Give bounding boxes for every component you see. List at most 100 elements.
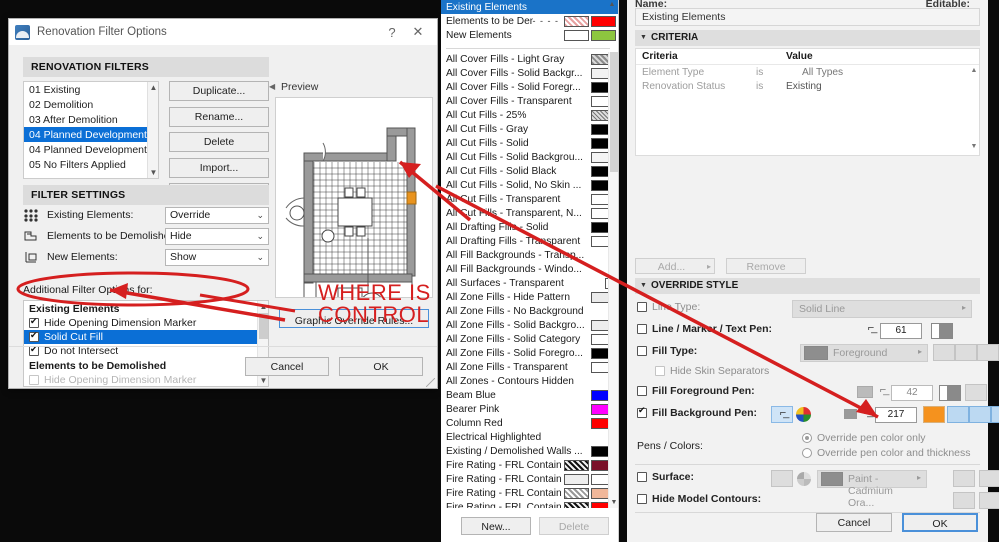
filter-rename-button[interactable]: Rename... xyxy=(169,106,269,127)
setting-dropdown[interactable]: Show ⌄ xyxy=(165,249,269,266)
filter-list-item[interactable]: 02 Demolition xyxy=(24,97,158,112)
override-rules-list[interactable]: All Cover Fills - Light Gray All Cover Fi… xyxy=(441,52,618,508)
rule-list-item[interactable]: All Cut Fills - Gray xyxy=(441,122,618,136)
new-rule-button[interactable]: New... xyxy=(461,517,531,535)
radio-override-color-thickness[interactable] xyxy=(802,448,812,458)
rule-list-item[interactable]: All Cover Fills - Solid Foregr... xyxy=(441,80,618,94)
rule-list-item[interactable]: All Zone Fills - No Background xyxy=(441,304,618,318)
scroll-down-icon[interactable]: ▼ xyxy=(609,498,618,508)
rule-list-item[interactable]: Column Red xyxy=(441,416,618,430)
rule-list-item[interactable]: Beam Blue xyxy=(441,388,618,402)
surface-checkbox[interactable] xyxy=(637,472,647,482)
rule-list-item[interactable]: All Cut Fills - Transparent xyxy=(441,192,618,206)
fill-bg-cover-button[interactable] xyxy=(969,406,991,423)
option-row[interactable]: Solid Cut Fill xyxy=(24,330,268,344)
pinned-rule-item[interactable]: Existing Elements xyxy=(441,0,618,14)
renovation-filters-list[interactable]: 01 Existing 02 Demolition 03 After Demolit… xyxy=(23,81,159,179)
filters-scrollbar[interactable]: ▲ ▼ xyxy=(147,82,158,178)
criteria-section-header[interactable]: ▼ CRITERIA xyxy=(635,30,980,46)
scroll-up-icon[interactable]: ▲ xyxy=(258,301,268,312)
panel-cancel-button[interactable]: Cancel xyxy=(816,513,892,532)
filter-delete-button[interactable]: Delete xyxy=(169,132,269,152)
setting-dropdown[interactable]: Hide ⌄ xyxy=(165,228,269,245)
fill-fg-color-swatch[interactable] xyxy=(939,385,961,401)
rule-list-item[interactable]: All Drafting Fills - Transparent xyxy=(441,234,618,248)
radio-override-color-only[interactable] xyxy=(802,433,812,443)
fill-bg-drafting-button[interactable] xyxy=(991,406,999,423)
pinned-rule-item[interactable]: Elements to be Demolished- - - - xyxy=(441,14,618,28)
color-wheel-icon[interactable] xyxy=(796,407,811,422)
cancel-button[interactable]: Cancel xyxy=(245,357,329,376)
collapse-icon[interactable]: ◀ xyxy=(269,82,275,91)
rule-list-item[interactable]: Fire Rating - FRL Contains 120 xyxy=(441,458,618,472)
scroll-down-icon[interactable]: ▼ xyxy=(148,167,158,178)
fill-bg-number[interactable]: 217 xyxy=(875,407,917,423)
scroll-up-icon[interactable]: ▲ xyxy=(148,82,158,93)
scroll-thumb[interactable] xyxy=(259,313,268,339)
rule-list-item[interactable]: All Cut Fills - Solid Backgrou... xyxy=(441,150,618,164)
help-button[interactable]: ? xyxy=(379,25,405,40)
override-style-section-header[interactable]: ▼ OVERRIDE STYLE xyxy=(635,278,980,294)
rule-list-item[interactable]: All Zones - Contours Hidden xyxy=(441,374,618,388)
filter-list-item[interactable]: 05 No Filters Applied xyxy=(24,157,158,172)
close-icon[interactable]: ✕ xyxy=(405,24,431,40)
pinned-rule-item[interactable]: New Elements xyxy=(441,28,618,42)
hide-contours-checkbox[interactable] xyxy=(637,494,647,504)
setting-dropdown[interactable]: Override ⌄ xyxy=(165,207,269,224)
fill-type-checkbox[interactable] xyxy=(637,346,647,356)
rule-list-item[interactable]: Electrical Highlighted xyxy=(441,430,618,444)
rule-name-field[interactable]: Existing Elements xyxy=(635,8,980,26)
filter-duplicate-button[interactable]: Duplicate... xyxy=(169,81,269,101)
line-type-checkbox[interactable] xyxy=(637,302,647,312)
rule-list-item[interactable]: Existing / Demolished Walls ... xyxy=(441,444,618,458)
rule-list-item[interactable]: All Surfaces - Transparent xyxy=(441,276,618,290)
resize-grip[interactable] xyxy=(426,378,435,387)
option-checkbox[interactable] xyxy=(29,330,39,342)
panel-ok-button[interactable]: OK xyxy=(902,513,978,532)
filter-import-button[interactable]: Import... xyxy=(169,157,269,178)
filter-list-item[interactable]: 04 Planned Development (ONLY) xyxy=(24,142,158,157)
rule-list-item[interactable]: All Cover Fills - Solid Backgr... xyxy=(441,66,618,80)
rule-list-item[interactable]: Fire Rating - FRL Contains 90 xyxy=(441,500,618,508)
hide-skin-checkbox[interactable] xyxy=(655,366,665,376)
rule-list-item[interactable]: All Fill Backgrounds - Transp... xyxy=(441,248,618,262)
criteria-row[interactable]: Renovation Status is Existing xyxy=(636,79,979,93)
rule-list-item[interactable]: All Cut Fills - Solid xyxy=(441,136,618,150)
rule-list-item[interactable]: All Zone Fills - Transparent xyxy=(441,360,618,374)
line-pen-number[interactable]: 61 xyxy=(880,323,922,339)
fill-bg-checkbox[interactable] xyxy=(637,405,647,418)
rule-list-item[interactable]: All Zone Fills - Solid Category xyxy=(441,332,618,346)
rule-list-item[interactable]: All Cover Fills - Light Gray xyxy=(441,52,618,66)
rules-scrollbar[interactable]: ▼ xyxy=(608,52,618,508)
scroll-thumb[interactable] xyxy=(610,52,618,172)
fill-fg-number[interactable]: 42 xyxy=(891,385,933,401)
rule-list-item[interactable]: Fire Rating - FRL Contains 30 xyxy=(441,472,618,486)
rule-list-item[interactable]: Bearer Pink xyxy=(441,402,618,416)
rule-list-item[interactable]: All Drafting Fills - Solid xyxy=(441,220,618,234)
scroll-up-icon[interactable]: ▲ xyxy=(607,1,617,11)
graphic-override-rules-button[interactable]: Graphic Override Rules... xyxy=(279,309,429,328)
filter-list-item[interactable]: 01 Existing xyxy=(24,82,158,97)
fill-bg-cut-button[interactable] xyxy=(947,406,969,423)
rule-list-item[interactable]: All Zone Fills - Hide Pattern xyxy=(441,290,618,304)
filter-list-item[interactable]: 03 After Demolition xyxy=(24,112,158,127)
option-checkbox[interactable] xyxy=(29,316,39,328)
rule-list-item[interactable]: Fire Rating - FRL Contains 60 xyxy=(441,486,618,500)
fill-bg-color-swatch[interactable] xyxy=(923,406,945,423)
criteria-row[interactable]: Element Type is All Types xyxy=(636,65,979,79)
scroll-up-icon[interactable]: ▲ xyxy=(969,67,979,77)
rule-list-item[interactable]: All Cut Fills - 25% xyxy=(441,108,618,122)
fill-fg-checkbox[interactable] xyxy=(637,386,647,396)
criteria-scrollbar[interactable]: ▲ ▼ xyxy=(969,65,979,155)
rule-list-item[interactable]: All Zone Fills - Solid Backgro... xyxy=(441,318,618,332)
rule-list-item[interactable]: All Fill Backgrounds - Windo... xyxy=(441,262,618,276)
rule-list-item[interactable]: All Cut Fills - Solid, No Skin ... xyxy=(441,178,618,192)
filter-list-item[interactable]: 04 Planned Development xyxy=(24,127,158,142)
option-row[interactable]: Hide Opening Dimension Marker xyxy=(24,316,268,330)
line-pen-checkbox[interactable] xyxy=(637,324,647,334)
rule-list-item[interactable]: All Cut Fills - Solid Black xyxy=(441,164,618,178)
ok-button[interactable]: OK xyxy=(339,357,423,376)
rule-list-item[interactable]: All Cut Fills - Transparent, N... xyxy=(441,206,618,220)
scroll-down-icon[interactable]: ▼ xyxy=(969,143,979,153)
rule-list-item[interactable]: All Cover Fills - Transparent xyxy=(441,94,618,108)
